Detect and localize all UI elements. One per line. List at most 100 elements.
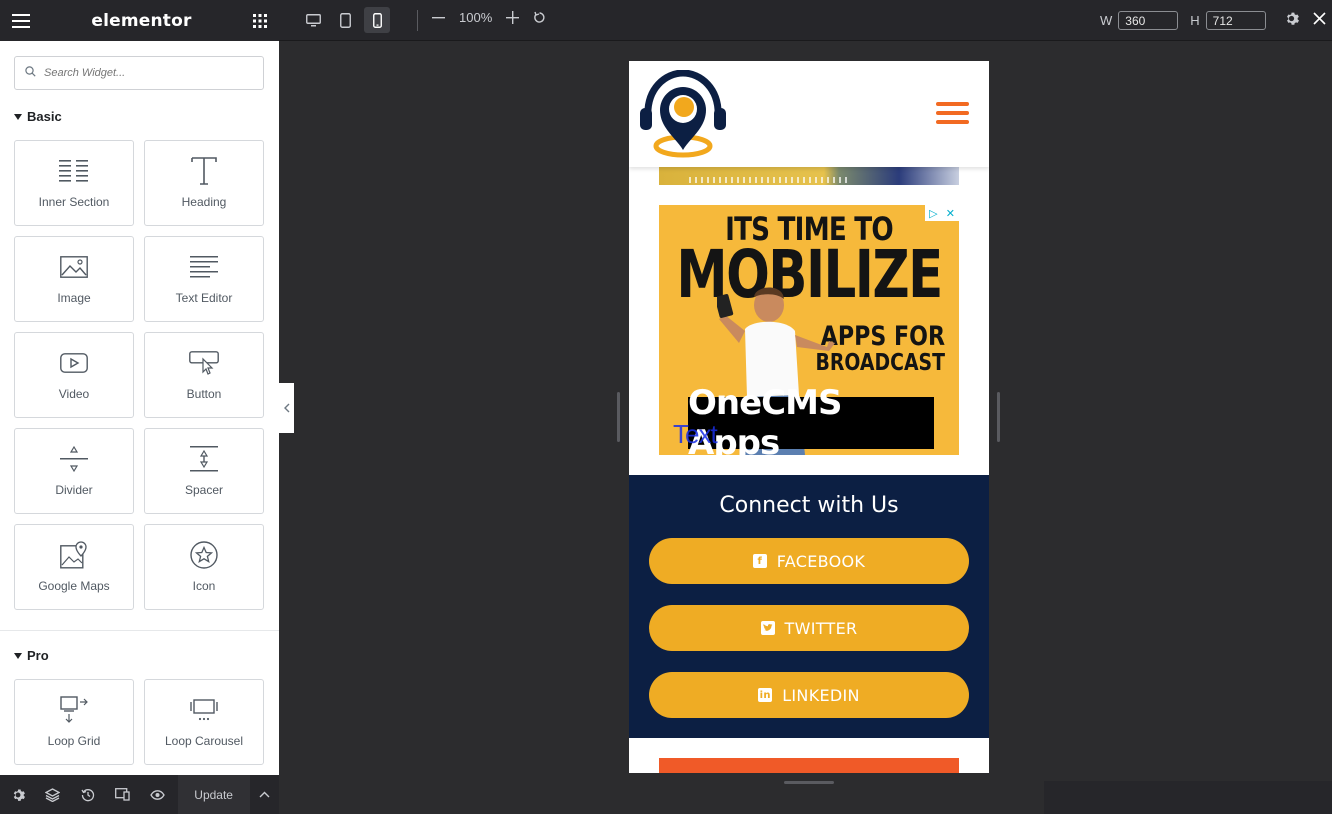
connect-section: Connect with Us f FACEBOOK TWITTER in LI… xyxy=(629,475,989,738)
star-icon xyxy=(190,541,218,569)
twitter-button[interactable]: TWITTER xyxy=(649,605,969,651)
history-icon[interactable] xyxy=(70,775,105,814)
widget-label: Icon xyxy=(192,579,216,593)
settings-icon[interactable] xyxy=(0,775,35,814)
facebook-button[interactable]: f FACEBOOK xyxy=(649,538,969,584)
desktop-view-button[interactable] xyxy=(300,7,326,33)
toolbar-divider xyxy=(417,10,418,31)
widget-video[interactable]: Video xyxy=(14,332,134,418)
widget-label: Button xyxy=(186,387,222,401)
widget-label: Loop Grid xyxy=(47,734,101,748)
device-switcher xyxy=(300,7,390,33)
mobile-view-button[interactable] xyxy=(364,7,390,33)
widget-button[interactable]: Button xyxy=(144,332,264,418)
connect-heading: Connect with Us xyxy=(719,493,899,518)
widget-label: Heading xyxy=(181,195,227,209)
update-button[interactable]: Update xyxy=(177,775,250,814)
zoom-out-icon[interactable] xyxy=(432,11,445,24)
widgets-grid-icon[interactable] xyxy=(252,13,267,28)
resize-handle-bottom[interactable] xyxy=(784,781,834,784)
divider-icon xyxy=(60,445,88,473)
widget-icon[interactable]: Icon xyxy=(144,524,264,610)
category-title: Pro xyxy=(27,648,49,663)
advertisement-banner[interactable]: ▷ ✕ ITS TIME TO MOBILIZE APPS FOR BROADCA… xyxy=(659,205,959,455)
caret-down-icon xyxy=(14,652,22,659)
widget-inner-section[interactable]: Inner Section xyxy=(14,140,134,226)
panel-footer: Update xyxy=(0,775,279,814)
zoom-level: 100% xyxy=(459,10,493,25)
search-box[interactable] xyxy=(14,56,264,90)
close-icon[interactable] xyxy=(1313,11,1326,26)
brand-logo: elementor xyxy=(91,10,192,31)
widget-label: Divider xyxy=(55,483,93,497)
hamburger-menu-icon[interactable] xyxy=(12,13,30,28)
widget-label: Inner Section xyxy=(38,195,110,209)
search-input[interactable] xyxy=(44,67,244,79)
top-toolbar: elementor 100% W H xyxy=(0,0,1332,41)
button-label: TWITTER xyxy=(784,618,858,638)
button-icon xyxy=(189,349,219,377)
button-label: LINKEDIN xyxy=(782,685,860,705)
zoom-controls: 100% xyxy=(432,10,546,25)
widget-heading[interactable]: Heading xyxy=(144,140,264,226)
basic-widgets-grid: Inner Section Heading Image Text Editor … xyxy=(14,140,264,610)
collapse-panel-button[interactable] xyxy=(279,383,294,433)
widget-google-maps[interactable]: Google Maps xyxy=(14,524,134,610)
height-input[interactable] xyxy=(1205,11,1266,30)
site-header xyxy=(629,61,989,167)
preview-eye-icon[interactable] xyxy=(140,775,175,814)
layers-icon[interactable] xyxy=(35,775,70,814)
linkedin-button[interactable]: in LINKEDIN xyxy=(649,672,969,718)
text-widget-placeholder[interactable]: Text xyxy=(673,419,718,450)
settings-gear-icon[interactable] xyxy=(1284,11,1299,26)
zoom-in-icon[interactable] xyxy=(506,11,520,24)
next-ad-banner xyxy=(659,758,959,773)
mobile-icon xyxy=(372,12,382,28)
widget-label: Video xyxy=(58,387,90,401)
panel-header: elementor xyxy=(0,0,279,41)
widget-divider[interactable]: Divider xyxy=(14,428,134,514)
mobile-menu-toggle[interactable] xyxy=(936,102,969,129)
mobile-preview: ▷ ✕ ITS TIME TO MOBILIZE APPS FOR BROADCA… xyxy=(629,61,989,773)
inner-section-icon xyxy=(59,157,89,185)
width-input[interactable] xyxy=(1118,11,1179,30)
heading-icon xyxy=(191,157,217,185)
width-label: W xyxy=(1100,13,1113,28)
google-maps-icon xyxy=(60,541,88,569)
widget-label: Loop Carousel xyxy=(164,734,244,748)
search-icon xyxy=(25,64,36,82)
caret-down-icon xyxy=(14,113,22,120)
tablet-icon xyxy=(339,12,351,28)
chevron-up-icon[interactable] xyxy=(250,775,279,814)
category-pro-toggle[interactable]: Pro xyxy=(14,648,49,663)
widget-text-editor[interactable]: Text Editor xyxy=(144,236,264,322)
section-divider xyxy=(0,630,279,631)
canvas-dimensions: W H xyxy=(1100,11,1266,30)
resize-handle-right[interactable] xyxy=(997,392,1000,442)
widget-loop-grid[interactable]: Loop Grid xyxy=(14,679,134,765)
height-label: H xyxy=(1190,13,1200,28)
widget-label: Google Maps xyxy=(38,579,110,593)
previous-ad-strip xyxy=(659,167,959,185)
widget-label: Spacer xyxy=(184,483,224,497)
responsive-mode-icon[interactable] xyxy=(105,775,140,814)
widget-image[interactable]: Image xyxy=(14,236,134,322)
video-icon xyxy=(60,349,88,377)
widget-spacer[interactable]: Spacer xyxy=(144,428,264,514)
desktop-icon xyxy=(305,13,321,26)
reset-zoom-icon[interactable] xyxy=(533,11,546,24)
text-editor-icon xyxy=(190,253,218,281)
widget-label: Image xyxy=(57,291,91,305)
image-icon xyxy=(60,253,88,281)
site-logo[interactable] xyxy=(638,70,728,160)
chevron-left-icon xyxy=(284,403,290,413)
facebook-icon: f xyxy=(752,554,767,568)
ad-brand-logo: OneCMS Apps xyxy=(688,383,934,455)
tablet-view-button[interactable] xyxy=(332,7,358,33)
twitter-icon xyxy=(760,621,775,635)
widget-loop-carousel[interactable]: Loop Carousel xyxy=(144,679,264,765)
widgets-panel: Basic Inner Section Heading Image Text E… xyxy=(0,41,279,775)
category-basic-toggle[interactable]: Basic xyxy=(14,109,62,124)
resize-handle-left[interactable] xyxy=(617,392,620,442)
linkedin-icon: in xyxy=(758,688,773,702)
